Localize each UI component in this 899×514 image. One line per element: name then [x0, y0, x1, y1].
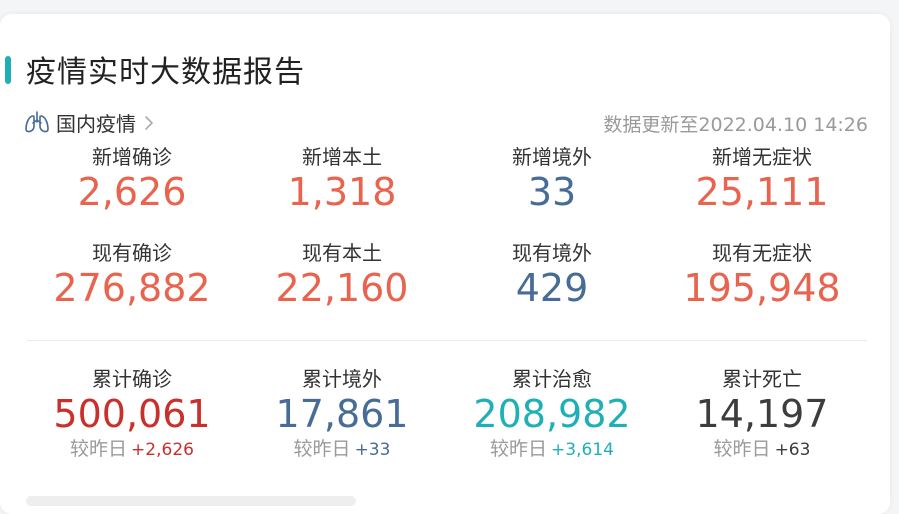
title-accent-bar: [5, 56, 11, 84]
stat-delta: 较昨日 +63: [657, 436, 867, 463]
stat-label: 新增无症状: [712, 145, 812, 169]
current-cases-row: 现有确诊 276,882 现有本土 22,160 现有境外 429 现有无症状 …: [27, 240, 867, 310]
stat-current-asymptomatic: 现有无症状 195,948: [657, 240, 867, 310]
stat-label: 现有本土: [302, 241, 382, 265]
update-timestamp: 数据更新至2022.04.10 14:26: [603, 114, 868, 136]
page-title: 疫情实时大数据报告: [26, 55, 305, 90]
chevron-right-icon: [144, 115, 154, 131]
stat-value: 2,626: [77, 170, 187, 214]
stat-label: 新增确诊: [92, 145, 172, 169]
stat-delta: 较昨日 +2,626: [27, 436, 237, 463]
stat-new-local: 新增本土 1,318: [237, 144, 447, 214]
stat-value: 208,982: [473, 392, 631, 436]
stat-total-imported: 累计境外 17,861 较昨日 +33: [237, 366, 447, 463]
new-cases-row: 新增确诊 2,626 新增本土 1,318 新增境外 33 新增无症状 25,1…: [27, 144, 867, 214]
stat-label: 累计治愈: [512, 367, 592, 391]
stat-value: 33: [527, 170, 577, 214]
delta-label: 较昨日: [293, 438, 351, 460]
stat-value: 276,882: [53, 266, 211, 310]
stat-current-imported: 现有境外 429: [447, 240, 657, 310]
stat-value: 195,948: [683, 266, 841, 310]
delta-value: +3,614: [551, 440, 614, 460]
stat-current-local: 现有本土 22,160: [237, 240, 447, 310]
cumulative-row: 累计确诊 500,061 较昨日 +2,626 累计境外 17,861 较昨日 +3…: [27, 366, 867, 463]
stat-label: 新增本土: [302, 145, 382, 169]
region-label: 国内疫情: [56, 111, 136, 136]
stat-current-confirmed: 现有确诊 276,882: [27, 240, 237, 310]
stat-label: 累计死亡: [722, 367, 802, 391]
delta-label: 较昨日: [490, 438, 548, 460]
stat-label: 现有无症状: [712, 241, 812, 265]
stat-total-recovered: 累计治愈 208,982 较昨日 +3,614: [447, 366, 657, 463]
stat-delta: 较昨日 +33: [237, 436, 447, 463]
stat-label: 现有境外: [512, 241, 592, 265]
stat-total-confirmed: 累计确诊 500,061 较昨日 +2,626: [27, 366, 237, 463]
stat-new-asymptomatic: 新增无症状 25,111: [657, 144, 867, 214]
stat-delta: 较昨日 +3,614: [447, 436, 657, 463]
bottom-tab-strip: [26, 496, 356, 506]
delta-value: +63: [774, 440, 811, 460]
stat-value: 429: [515, 266, 589, 310]
delta-value: +33: [354, 440, 391, 460]
stat-new-confirmed: 新增确诊 2,626: [27, 144, 237, 214]
delta-label: 较昨日: [713, 438, 771, 460]
delta-value: +2,626: [131, 440, 194, 460]
delta-label: 较昨日: [70, 438, 128, 460]
stat-label: 累计境外: [302, 367, 382, 391]
stat-total-deaths: 累计死亡 14,197 较昨日 +63: [657, 366, 867, 463]
stat-value: 17,861: [275, 392, 409, 436]
stat-value: 25,111: [695, 170, 829, 214]
stat-value: 500,061: [53, 392, 211, 436]
lungs-icon: [24, 110, 50, 134]
section-divider: [27, 340, 867, 341]
stat-label: 新增境外: [512, 145, 592, 169]
stat-value: 14,197: [695, 392, 829, 436]
stat-value: 22,160: [275, 266, 409, 310]
stat-label: 现有确诊: [92, 241, 172, 265]
stat-new-imported: 新增境外 33: [447, 144, 657, 214]
region-selector[interactable]: 国内疫情: [24, 108, 154, 136]
stat-value: 1,318: [287, 170, 397, 214]
stat-label: 累计确诊: [92, 367, 172, 391]
